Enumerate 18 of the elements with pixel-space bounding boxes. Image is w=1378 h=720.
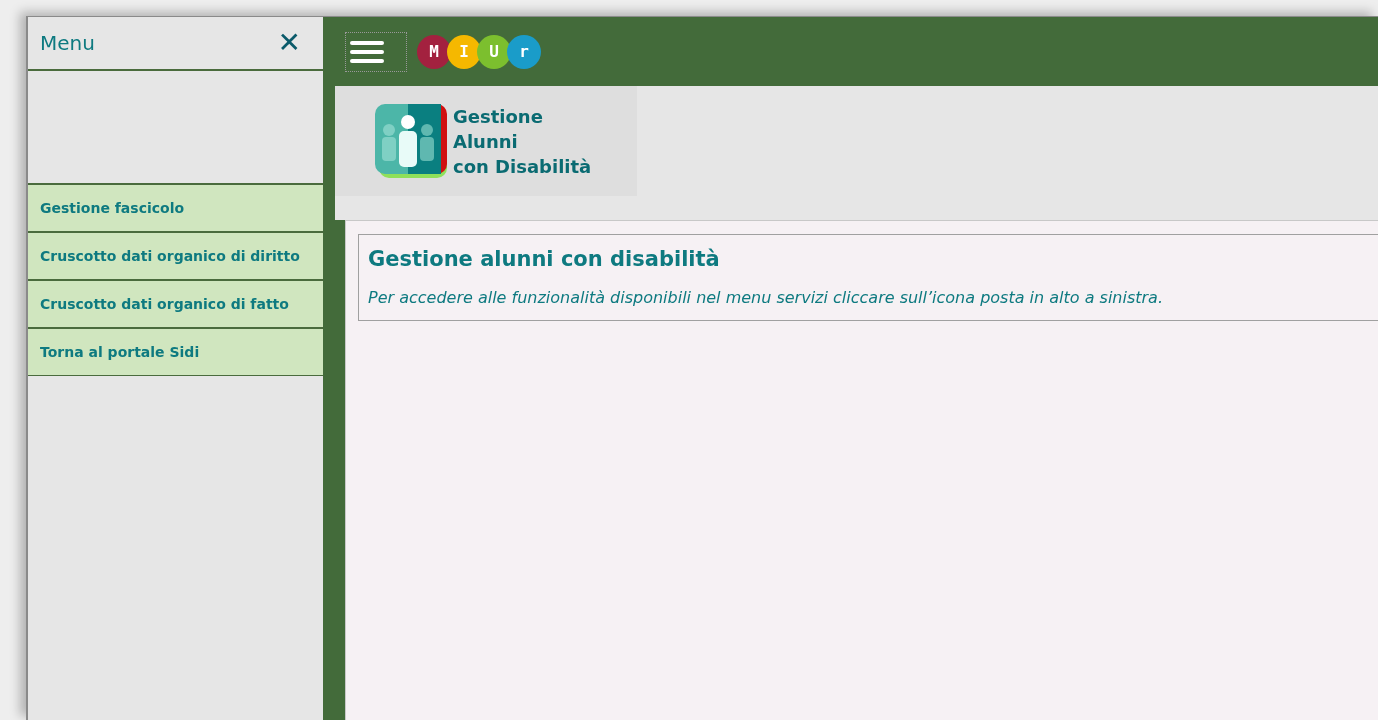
close-button[interactable]: ✕ [277,29,301,57]
app-title-line: Gestione [453,104,544,129]
content-title: Gestione alunni con disabilità [368,246,721,273]
app-title-line: con Disabilità [453,154,592,179]
menu-item[interactable]: Cruscotto dati organico di fatto [28,279,323,328]
logo-letter: U [477,34,511,69]
menu-item[interactable]: Gestione fascicolo [28,183,323,232]
menu-button[interactable] [345,31,407,72]
menu-icon [350,39,384,64]
logo-letter: M [417,34,451,69]
menu-title: Menu [40,30,95,57]
logo-letter: r [507,34,541,69]
menu-item[interactable]: Torna al portale Sidi [28,327,323,376]
people-group-icon [375,104,447,178]
app-title-line: Alunni [453,129,519,154]
logo-letter: I [447,34,481,69]
menu-item[interactable]: Cruscotto dati organico di diritto [28,231,323,280]
info-message: Per accedere alle funzionalità disponibili nel menu servizi cliccare sull’icona posta in alto a sinistra. [368,286,1164,309]
